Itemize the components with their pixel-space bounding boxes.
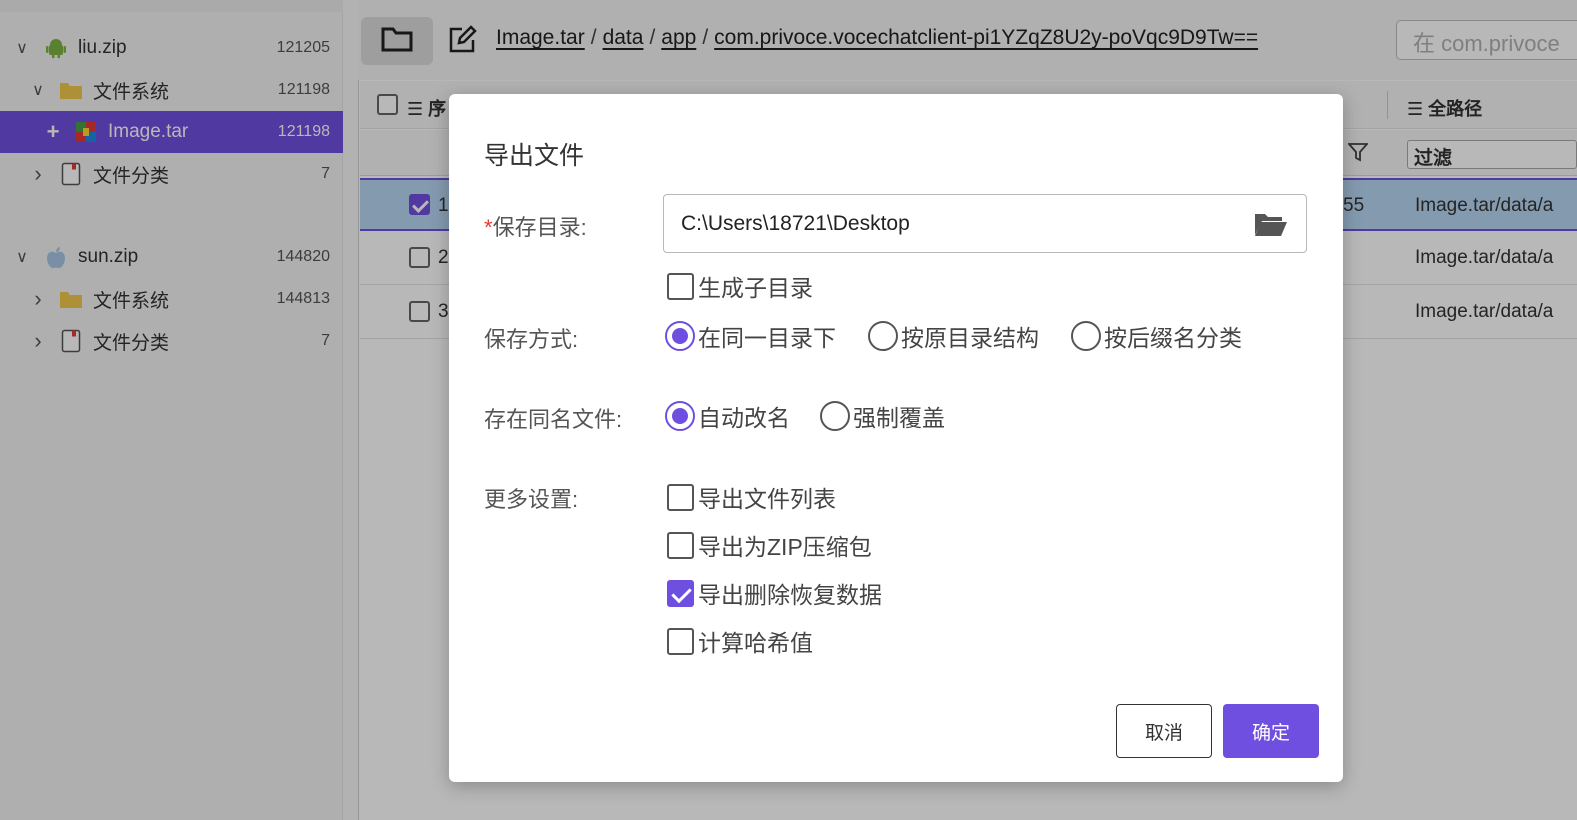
- duplicate-label: 存在同名文件:: [484, 407, 623, 432]
- option-label: 导出删除恢复数据: [698, 582, 882, 608]
- checkbox-box[interactable]: [667, 531, 694, 559]
- dialog-title: 导出文件: [484, 142, 585, 170]
- cancel-button[interactable]: 取消: [1116, 704, 1212, 758]
- radio-dot[interactable]: [868, 321, 898, 351]
- export-zip-checkbox[interactable]: 导出为ZIP压缩包: [667, 528, 872, 562]
- option-label: 自动改名: [698, 405, 790, 431]
- duplicate-radio-overwrite[interactable]: 强制覆盖: [820, 399, 945, 433]
- radio-dot[interactable]: [820, 401, 850, 431]
- option-label: 计算哈希值: [698, 630, 813, 656]
- save-mode-label: 保存方式:: [484, 327, 579, 352]
- checkbox-box[interactable]: [667, 272, 694, 300]
- save-mode-radio-same-dir[interactable]: 在同一目录下: [665, 319, 836, 353]
- checkbox-box[interactable]: [667, 627, 694, 655]
- compute-hash-checkbox[interactable]: 计算哈希值: [667, 624, 813, 658]
- option-label: 生成子目录: [698, 275, 813, 301]
- checkbox-box[interactable]: [667, 483, 694, 511]
- subdir-checkbox[interactable]: 生成子目录: [667, 269, 813, 303]
- save-mode-radio-by-extension[interactable]: 按后缀名分类: [1071, 319, 1242, 353]
- radio-dot[interactable]: [665, 321, 695, 351]
- option-label: 强制覆盖: [853, 405, 945, 431]
- export-deleted-checkbox[interactable]: 导出删除恢复数据: [667, 576, 882, 610]
- save-dir-label: *保存目录:: [484, 215, 587, 240]
- confirm-button[interactable]: 确定: [1223, 704, 1319, 758]
- option-label: 在同一目录下: [698, 325, 836, 351]
- duplicate-radio-auto-rename[interactable]: 自动改名: [665, 399, 790, 433]
- folder-open-icon[interactable]: [1252, 209, 1288, 239]
- export-file-list-checkbox[interactable]: 导出文件列表: [667, 480, 836, 514]
- radio-dot[interactable]: [665, 401, 695, 431]
- option-label: 导出为ZIP压缩包: [698, 534, 872, 560]
- required-mark: *: [484, 215, 493, 240]
- more-settings-label: 更多设置:: [484, 487, 579, 512]
- export-dialog: 导出文件 *保存目录: C:\Users\18721\Desktop 生成子目录…: [449, 94, 1343, 782]
- option-label: 按后缀名分类: [1104, 325, 1242, 351]
- checkbox-box[interactable]: [667, 579, 694, 607]
- option-label: 导出文件列表: [698, 486, 836, 512]
- save-dir-input[interactable]: C:\Users\18721\Desktop: [663, 194, 1307, 253]
- save-dir-value: C:\Users\18721\Desktop: [681, 212, 910, 235]
- option-label: 按原目录结构: [901, 325, 1039, 351]
- save-mode-radio-original-structure[interactable]: 按原目录结构: [868, 319, 1039, 353]
- radio-dot[interactable]: [1071, 321, 1101, 351]
